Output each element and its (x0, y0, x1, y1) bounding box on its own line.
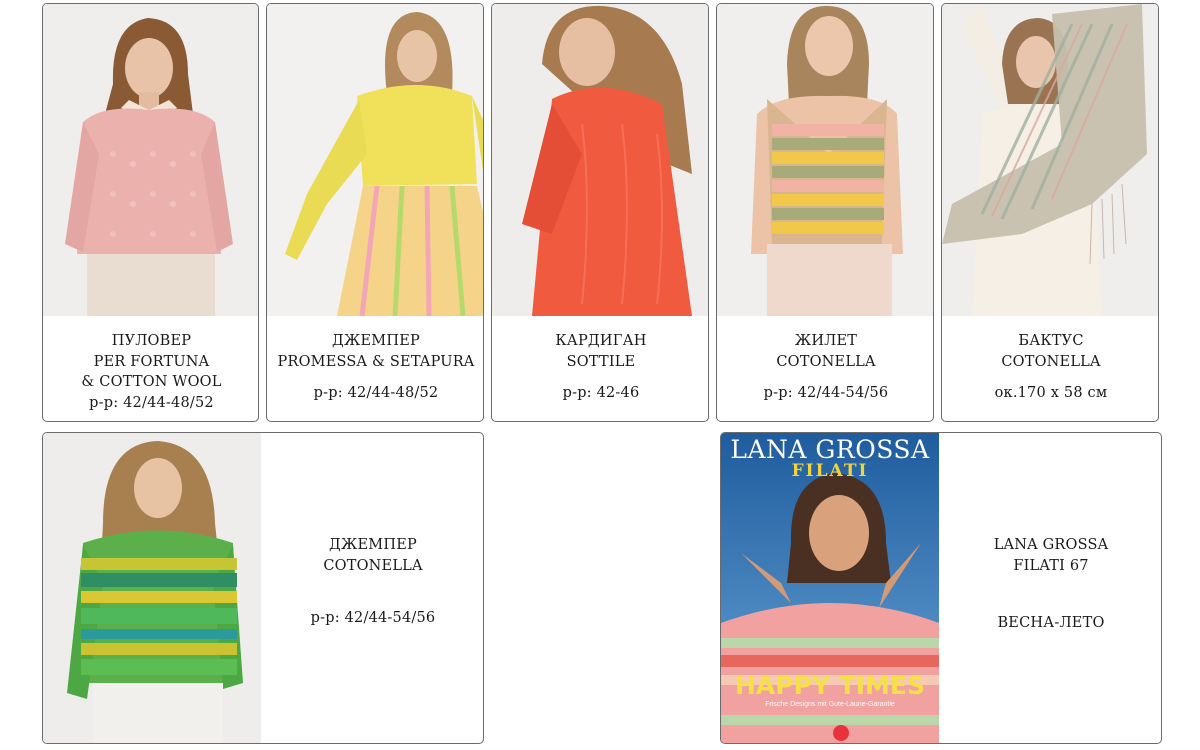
product-title-line: БАКТУС (1018, 333, 1084, 349)
product-title-line: PROMESSA & SETAPURA (277, 353, 475, 370)
product-title-line: PER FORTUNA (93, 353, 210, 370)
cover-brand: LANA GROSSA (730, 435, 930, 464)
product-title-line: COTONELLA (1001, 353, 1101, 370)
magazine-title-line: LANA GROSSA (993, 537, 1109, 553)
product-card-cardigan[interactable]: КАРДИГАН SOTTILE р-р: 42-46 (491, 3, 709, 422)
product-photo (267, 4, 483, 316)
product-card-pullover[interactable]: ПУЛОВЕР PER FORTUNA & COTTON WOOL р-р: 4… (42, 3, 259, 422)
magazine-season: ВЕСНА-ЛЕТО (997, 615, 1105, 631)
product-title-line: SOTTILE (566, 353, 636, 370)
product-title-line: КАРДИГАН (555, 333, 647, 349)
product-title-line: ЖИЛЕТ (794, 333, 858, 349)
magazine-title-line: FILATI 67 (1013, 557, 1089, 574)
product-photo (43, 4, 258, 316)
product-size: р-р: 42-46 (562, 385, 640, 401)
product-photo (43, 433, 261, 743)
product-size: р-р: 42/44-48/52 (313, 385, 439, 401)
product-card-jumper-promessa[interactable]: ДЖЕМПЕР PROMESSA & SETAPURA р-р: 42/44-4… (266, 3, 484, 422)
product-photo (717, 4, 933, 316)
product-size: р-р: 42/44-48/52 (89, 394, 214, 411)
product-title-line: COTONELLA (323, 557, 423, 574)
product-title-line: ДЖЕМПЕР (332, 333, 420, 349)
product-size: р-р: 42/44-54/56 (763, 385, 889, 401)
cover-series: Filati (791, 461, 869, 481)
product-card-jumper-cotonella[interactable]: ДЖЕМПЕР COTONELLA р-р: 42/44-54/56 (42, 432, 484, 744)
product-caption: ДЖЕМПЕР PROMESSA & SETAPURA р-р: 42/44-4… (267, 331, 483, 404)
product-card-vest[interactable]: ЖИЛЕТ COTONELLA р-р: 42/44-54/56 (716, 3, 934, 422)
product-caption: ПУЛОВЕР PER FORTUNA & COTTON WOOL р-р: 4… (43, 331, 258, 413)
product-title-line: COTONELLA (776, 353, 876, 370)
cover-headline: HAPPY TIMES (734, 671, 926, 700)
product-size: р-р: 42/44-54/56 (310, 610, 436, 626)
product-card-baktus[interactable]: БАКТУС COTONELLA ок.170 х 58 см (941, 3, 1159, 422)
product-caption: БАКТУС COTONELLA ок.170 х 58 см (942, 331, 1158, 404)
product-size: ок.170 х 58 см (994, 385, 1108, 401)
product-caption: ДЖЕМПЕР COTONELLA р-р: 42/44-54/56 (261, 535, 483, 629)
cover-tagline: Frische Designs mit Gute-Laune-Garantie (765, 701, 895, 708)
product-title-line: ПУЛОВЕР (111, 333, 192, 349)
magazine-caption: LANA GROSSA FILATI 67 ВЕСНА-ЛЕТО (939, 535, 1161, 634)
product-photo (492, 4, 708, 316)
product-title-line: ДЖЕМПЕР (329, 537, 417, 553)
product-caption: КАРДИГАН SOTTILE р-р: 42-46 (492, 331, 708, 404)
magazine-card[interactable]: LANA GROSSA Filati HAPPY TIMES Frische D… (720, 432, 1162, 744)
product-photo (942, 4, 1158, 316)
product-title-line: & COTTON WOOL (81, 374, 222, 390)
product-caption: ЖИЛЕТ COTONELLA р-р: 42/44-54/56 (717, 331, 933, 404)
